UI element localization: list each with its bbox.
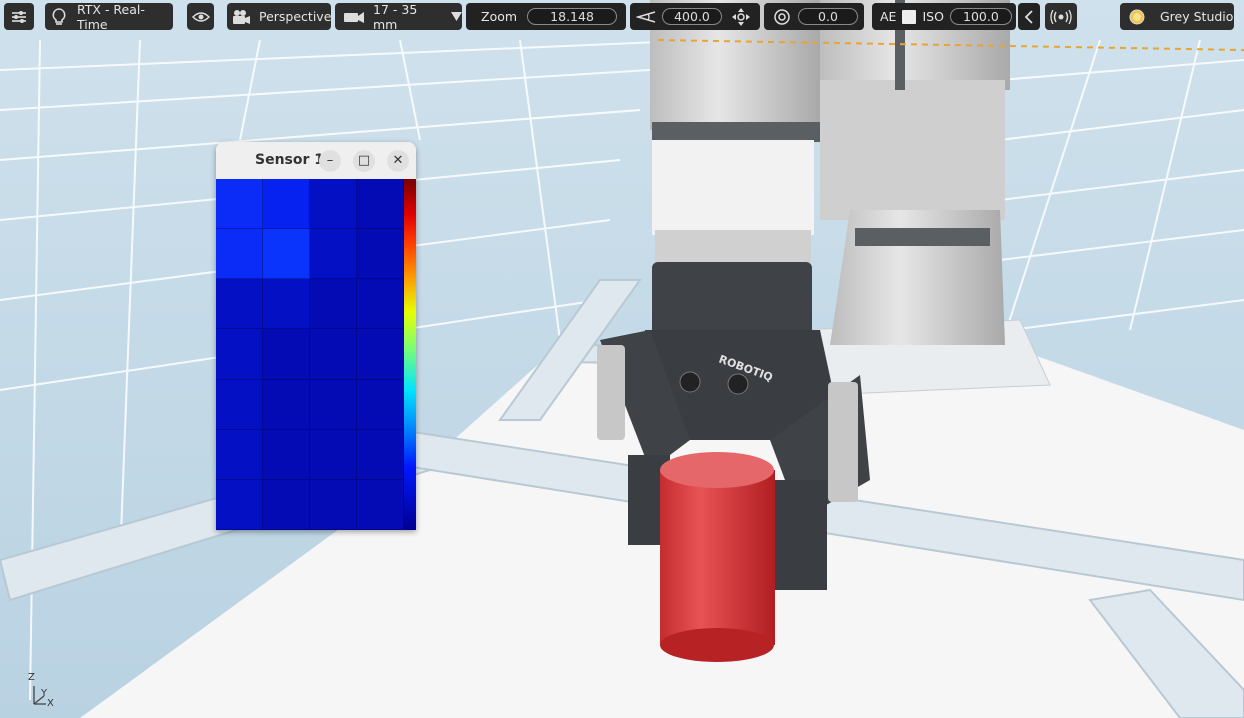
heatmap-cell: [216, 379, 263, 430]
film-camera-icon: [343, 10, 365, 24]
heatmap-cell: [310, 329, 357, 380]
lighting-button[interactable]: Grey Studio: [1120, 3, 1234, 30]
heatmap-cell: [263, 379, 310, 430]
heatmap-cell: [357, 379, 404, 430]
render-mode-button[interactable]: RTX - Real-Time: [45, 1, 173, 32]
exposure-control: 0.0: [764, 3, 864, 30]
heatmap-cell: [263, 479, 310, 530]
iso-control: AE ISO 100.0: [872, 3, 1016, 30]
iso-input[interactable]: 100.0: [949, 8, 1012, 25]
heatmap-cell: [216, 179, 263, 230]
heatmap-cell: [357, 429, 404, 480]
sensor-window-title: Sensor 1: [255, 152, 325, 168]
heatmap-cell: [310, 479, 357, 530]
exposure-input[interactable]: 0.0: [798, 8, 858, 25]
move-arrows-icon[interactable]: [732, 7, 750, 26]
heatmap-colorbar: [404, 179, 416, 530]
eye-icon: [191, 11, 210, 23]
lens-label: 17 - 35 mm: [373, 1, 418, 32]
chevron-down-icon: [451, 12, 462, 21]
axis-gizmo: Z Y X: [26, 672, 60, 712]
viewport-toolbar: RTX - Real-Time Perspective 17 - 35 mm Z…: [0, 0, 1244, 34]
heatmap-cell: [263, 229, 310, 280]
viewport-3d[interactable]: ROBOTIQ RTX - Real-Time Perspective 17 -…: [0, 0, 1244, 718]
heatmap-cell: [357, 329, 404, 380]
heatmap-cell: [310, 279, 357, 330]
iso-label: ISO: [922, 9, 944, 24]
lens-dropdown[interactable]: 17 - 35 mm: [335, 1, 462, 32]
tactile-heatmap: [216, 179, 404, 530]
heatmap-cell: [216, 429, 263, 480]
heatmap-cell: [216, 229, 263, 280]
close-button[interactable]: ✕: [387, 150, 409, 172]
heatmap-cell: [310, 429, 357, 480]
settings-button[interactable]: [4, 3, 34, 30]
heatmap-cell: [216, 329, 263, 380]
heatmap-cell: [357, 479, 404, 530]
heatmap-cell: [310, 179, 357, 230]
camera-icon: [231, 9, 251, 25]
heatmap-cell: [263, 429, 310, 480]
axis-z-label: Z: [28, 672, 35, 683]
zoom-control: Zoom 18.148: [466, 3, 626, 30]
lighting-label: Grey Studio: [1160, 9, 1234, 24]
heatmap-cell: [310, 379, 357, 430]
heatmap-cell: [263, 329, 310, 380]
visibility-button[interactable]: [187, 3, 214, 30]
zoom-label: Zoom: [481, 9, 518, 24]
heatmap-cell: [216, 279, 263, 330]
ae-label: AE: [880, 9, 897, 24]
heatmap-cell: [216, 479, 263, 530]
broadcast-button[interactable]: [1045, 3, 1077, 30]
maximize-button[interactable]: □: [353, 150, 375, 172]
heatmap-cell: [357, 229, 404, 280]
heatmap-cell: [310, 229, 357, 280]
lightbulb-icon: [51, 7, 67, 26]
heatmap-cell: [263, 279, 310, 330]
heatmap-cell: [263, 179, 310, 230]
zoom-input[interactable]: 18.148: [527, 8, 618, 25]
camera-button[interactable]: Perspective: [227, 3, 331, 30]
collapse-button[interactable]: [1018, 3, 1040, 30]
fov-input[interactable]: 400.0: [662, 8, 722, 25]
minimize-button[interactable]: –: [319, 150, 341, 172]
fov-control: 400.0: [630, 3, 760, 30]
broadcast-icon: [1050, 9, 1072, 24]
sun-icon: [1128, 8, 1146, 26]
axis-x-label: X: [47, 698, 54, 709]
heatmap-cell: [357, 179, 404, 230]
settings-sliders-icon: [11, 9, 27, 25]
aperture-icon: [774, 8, 790, 25]
heatmap-cell: [357, 279, 404, 330]
render-mode-label: RTX - Real-Time: [77, 1, 145, 32]
sensor-window[interactable]: Sensor 1 – □ ✕: [216, 142, 416, 530]
ae-checkbox[interactable]: [902, 9, 917, 24]
fov-icon: [636, 10, 656, 23]
sensor-window-titlebar[interactable]: Sensor 1 – □ ✕: [216, 142, 416, 179]
scene-render: ROBOTIQ: [0, 0, 1244, 718]
camera-label: Perspective: [259, 9, 332, 24]
chevron-left-icon: [1024, 9, 1034, 24]
